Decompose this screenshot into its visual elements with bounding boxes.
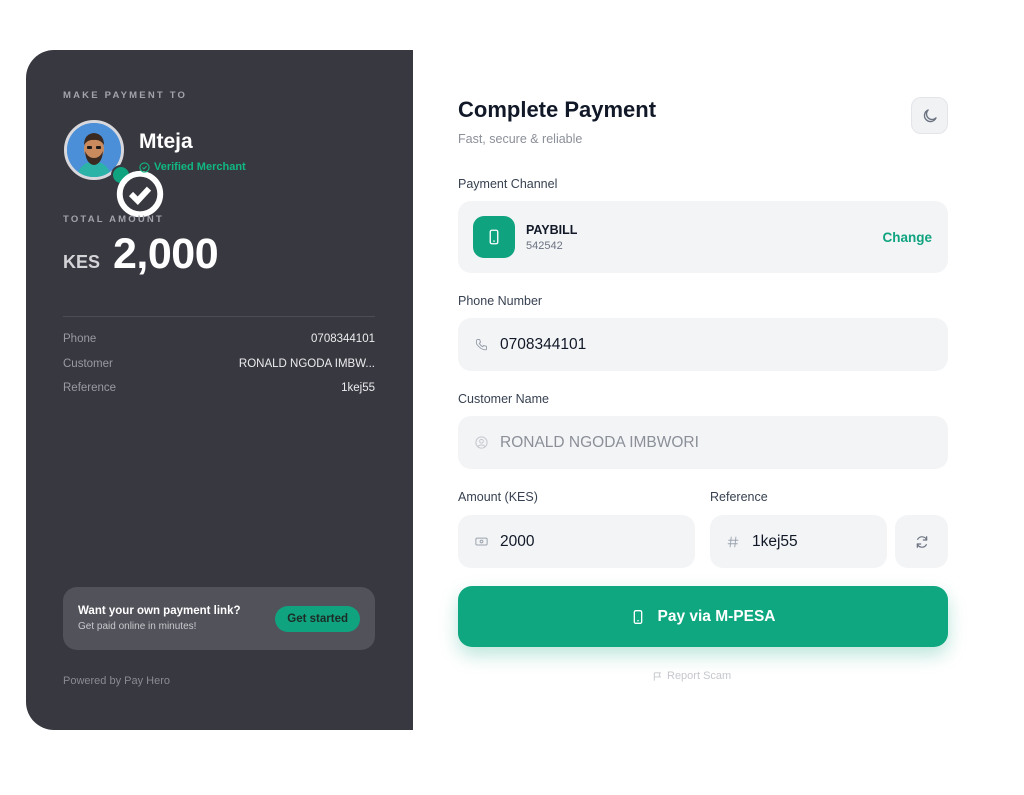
phone-number-field[interactable]: 0708344101 — [458, 318, 948, 371]
channel-name: PAYBILL — [526, 222, 578, 237]
reference-label: Reference — [710, 490, 768, 504]
detail-row-reference: Reference 1kej55 — [63, 382, 375, 407]
verified-merchant-label: Verified Merchant — [139, 161, 246, 173]
pay-button-label: Pay via M-PESA — [657, 607, 776, 625]
hash-icon — [725, 534, 741, 550]
phone-number-label: Phone Number — [458, 294, 543, 308]
payment-link-promo: Want your own payment link? Get paid onl… — [63, 587, 375, 650]
promo-title: Want your own payment link? — [78, 605, 241, 617]
make-payment-to-label: MAKE PAYMENT TO — [63, 90, 188, 101]
amount-label: Amount (KES) — [458, 490, 538, 504]
pay-via-mpesa-button[interactable]: Pay via M-PESA — [458, 586, 948, 647]
phone-device-icon — [634, 609, 643, 624]
summary-divider — [63, 316, 375, 317]
user-circle-icon — [473, 435, 489, 451]
cash-icon — [473, 534, 489, 550]
channel-number: 542542 — [526, 239, 563, 252]
phone-number-value: 0708344101 — [500, 335, 587, 353]
powered-by-text: Powered by Pay Hero — [63, 675, 170, 687]
detail-row-phone: Phone 0708344101 — [63, 333, 375, 358]
promo-subtitle: Get paid online in minutes! — [78, 621, 197, 632]
amount-value: 2,000 — [113, 230, 219, 278]
merchant-summary-panel: MAKE PAYMENT TO Mteja Verified Merchant … — [26, 50, 413, 730]
merchant-avatar — [64, 120, 164, 218]
phone-device-icon — [473, 216, 515, 258]
report-scam-link[interactable]: Report Scam — [652, 670, 731, 682]
amount-value-input: 2000 — [500, 532, 535, 550]
customer-name-value: RONALD NGODA IMBWORI — [500, 433, 699, 451]
page-title: Complete Payment — [458, 97, 657, 122]
amount-field[interactable]: 2000 — [458, 515, 695, 568]
payment-channel-label: Payment Channel — [458, 177, 558, 191]
reference-value: 1kej55 — [752, 532, 798, 550]
theme-toggle-button[interactable] — [911, 97, 948, 134]
detail-label: Reference — [63, 382, 117, 394]
total-amount: KES 2,000 — [63, 230, 219, 279]
currency-code: KES — [63, 252, 101, 272]
moon-icon — [923, 108, 937, 122]
total-amount-label: TOTAL AMOUNT — [63, 214, 164, 225]
verified-badge-icon — [111, 165, 164, 218]
detail-label: Customer — [63, 357, 113, 370]
verified-check-icon — [139, 161, 150, 173]
detail-label: Phone — [63, 333, 97, 345]
change-channel-link[interactable]: Change — [882, 230, 932, 245]
customer-name-label: Customer Name — [458, 392, 549, 406]
customer-name-field[interactable]: RONALD NGODA IMBWORI — [458, 416, 948, 469]
reference-field[interactable]: 1kej55 — [710, 515, 887, 568]
verified-text: Verified Merchant — [154, 161, 246, 173]
payment-details-list: Phone 0708344101 Customer RONALD NGODA I… — [63, 333, 375, 407]
detail-value: 1kej55 — [341, 382, 375, 394]
payment-channel-card: PAYBILL 542542 Change — [458, 201, 948, 273]
detail-value: RONALD NGODA IMBW... — [238, 357, 375, 370]
phone-handset-icon — [473, 337, 489, 353]
detail-value: 0708344101 — [311, 333, 375, 345]
get-started-button[interactable]: Get started — [275, 605, 360, 632]
refresh-icon — [916, 535, 927, 548]
merchant-name: Mteja — [139, 130, 193, 153]
flag-icon — [653, 671, 662, 681]
regenerate-reference-button[interactable] — [895, 515, 948, 568]
page-subtitle: Fast, secure & reliable — [458, 132, 583, 146]
report-scam-text: Report Scam — [667, 670, 732, 682]
detail-row-customer: Customer RONALD NGODA IMBW... — [63, 358, 375, 383]
